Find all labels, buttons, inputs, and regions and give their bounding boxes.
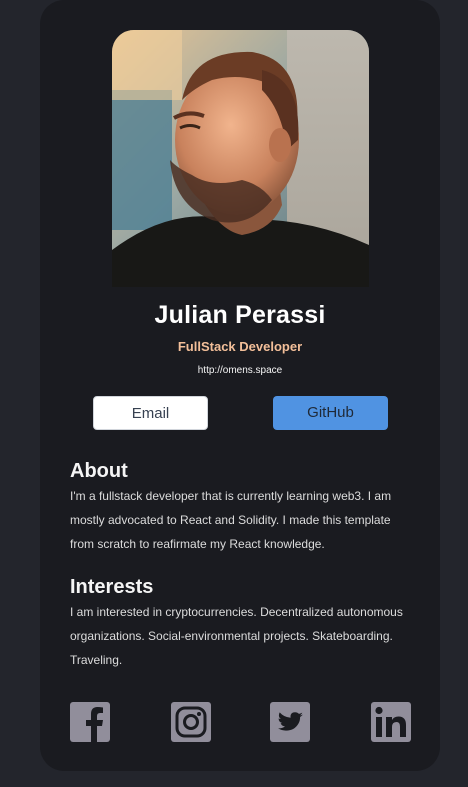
about-heading: About xyxy=(70,460,128,482)
profile-role: FullStack Developer xyxy=(177,339,303,354)
interests-text: I am interested in cryptocurrencies. Dec… xyxy=(70,605,403,667)
instagram-icon[interactable] xyxy=(171,702,211,742)
profile-website-link[interactable]: http://omens.space xyxy=(40,365,440,376)
linkedin-icon[interactable] xyxy=(371,702,411,742)
profile-photo xyxy=(112,30,369,287)
interests-heading: Interests xyxy=(70,576,154,598)
github-button[interactable]: GitHub xyxy=(273,396,388,430)
facebook-icon[interactable] xyxy=(70,702,110,742)
profile-name: Julian Perassi xyxy=(154,301,326,329)
email-button[interactable]: Email xyxy=(93,396,208,430)
twitter-icon[interactable] xyxy=(270,702,310,742)
profile-card: Julian Perassi FullStack Developer http:… xyxy=(40,0,440,771)
about-text: I'm a fullstack developer that is curren… xyxy=(70,489,392,551)
